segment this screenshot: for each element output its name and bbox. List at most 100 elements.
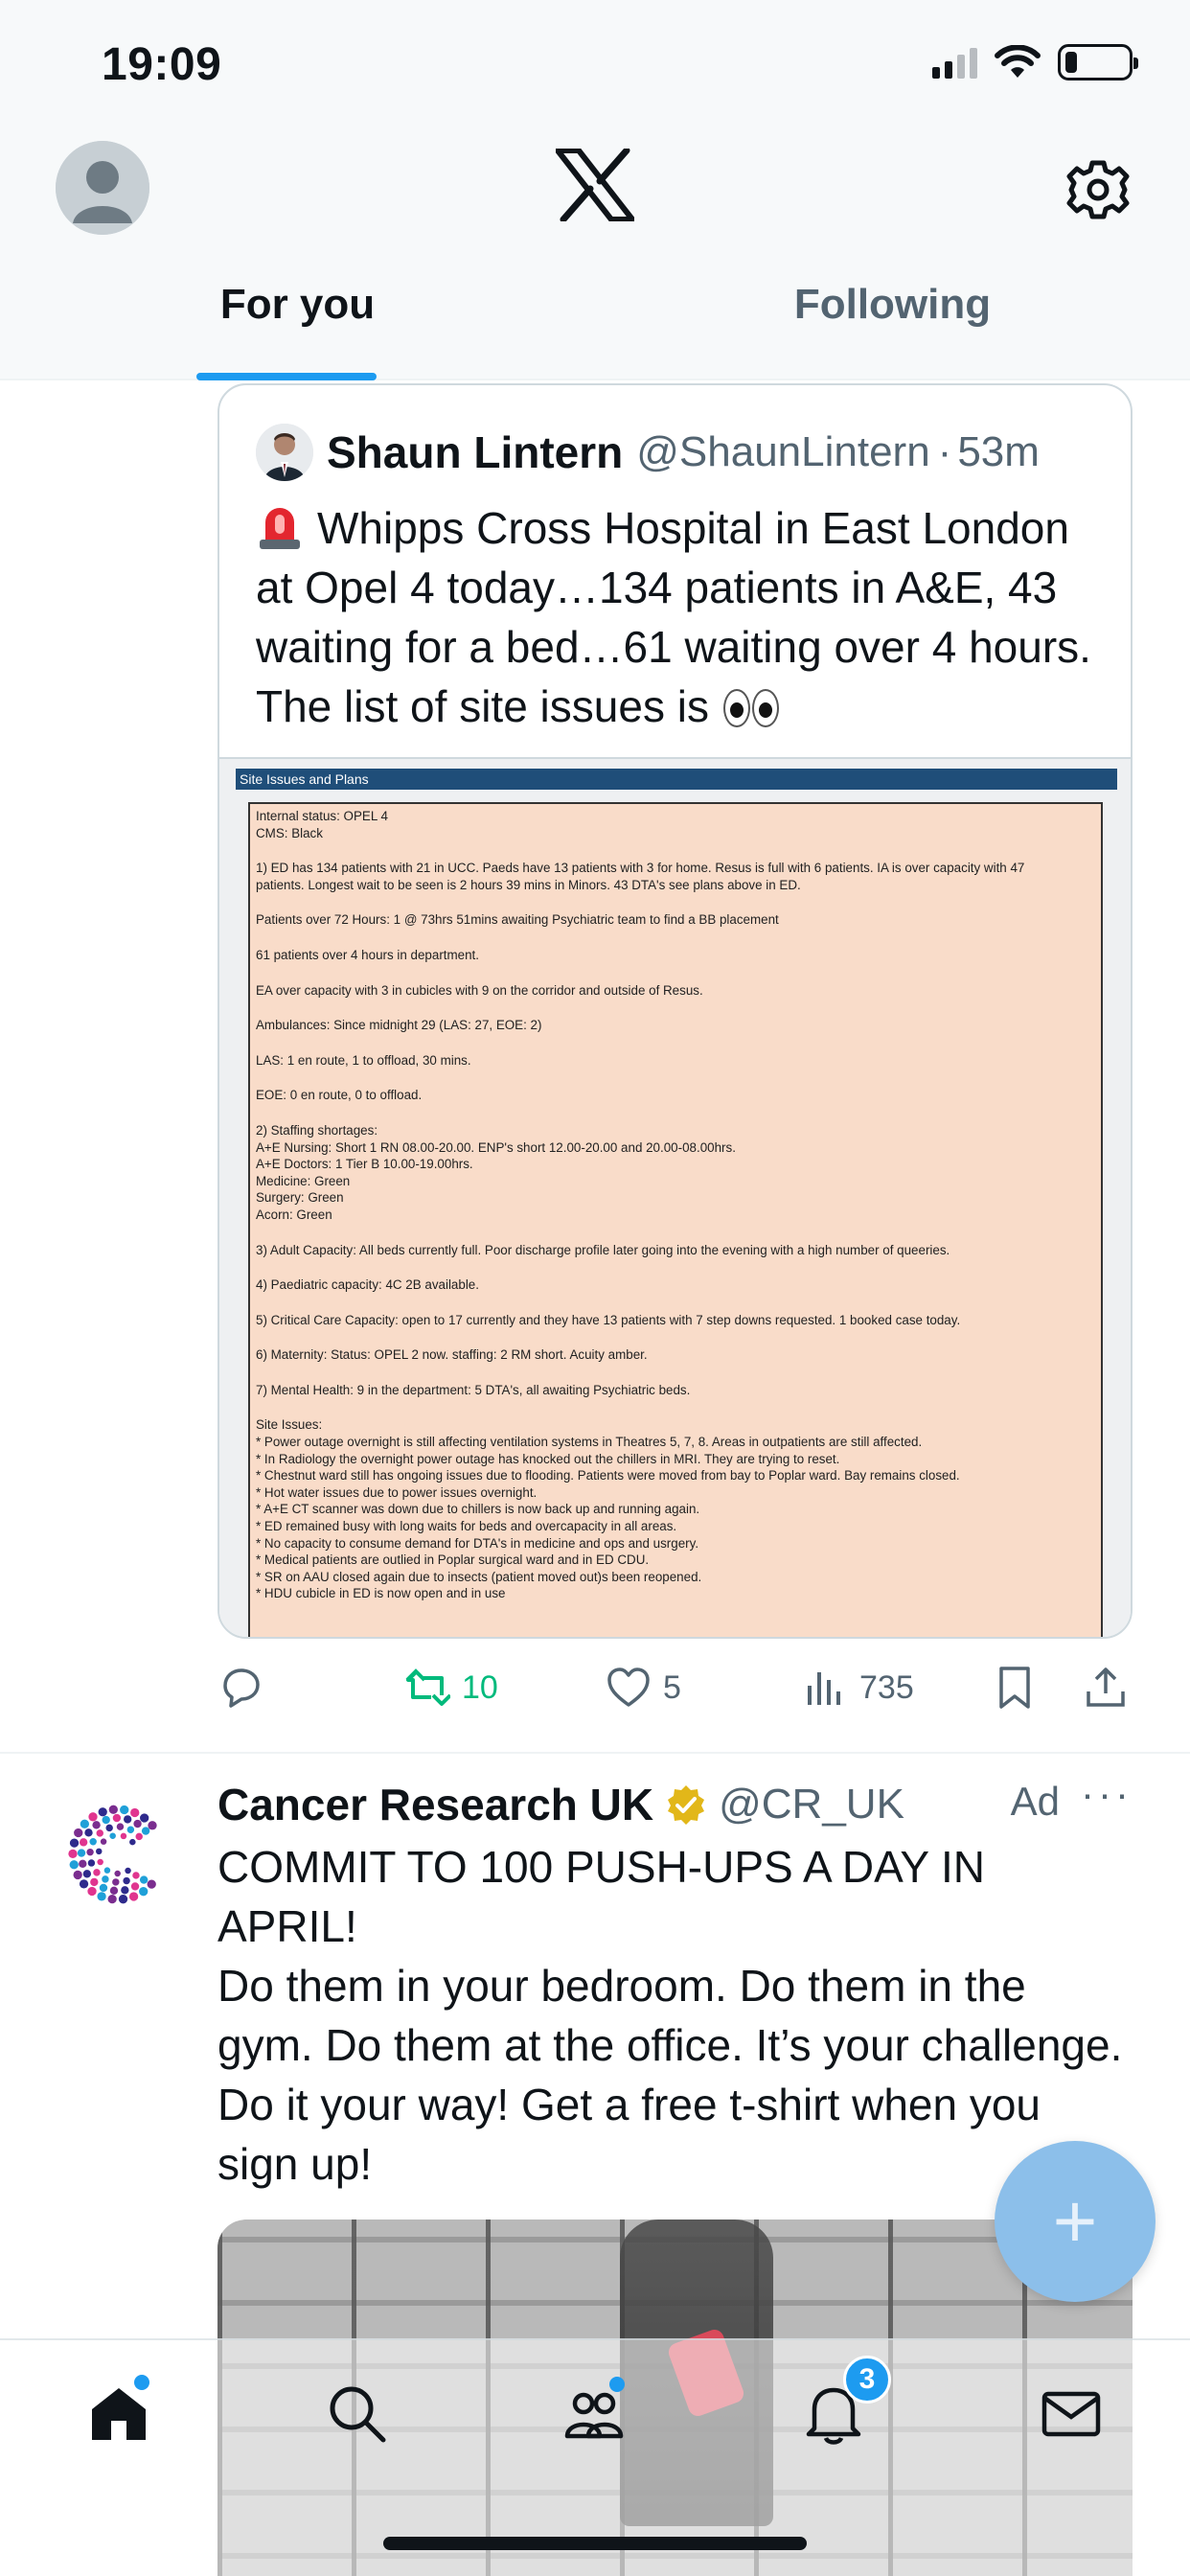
logo-dot <box>103 1867 111 1874</box>
notifications-badge: 3 <box>843 2356 891 2404</box>
author-photo-icon <box>256 424 313 481</box>
doc-gap <box>256 1328 1095 1346</box>
doc-line: Ambulances: Since midnight 29 (LAS: 27, … <box>256 1018 542 1033</box>
retweet-button[interactable]: 10 <box>404 1654 498 1721</box>
logo-dot <box>79 1879 89 1889</box>
logo-dot <box>96 1848 103 1855</box>
cancer-research-uk-logo[interactable] <box>67 1804 169 1905</box>
logo-dot <box>97 1892 106 1901</box>
status-time: 19:09 <box>102 39 222 90</box>
doc-line: EOE: 0 en route, 0 to offload. <box>256 1088 423 1103</box>
views-button[interactable]: 735 <box>802 1654 914 1721</box>
logo-dot <box>107 1894 117 1904</box>
doc-line: 2) Staffing shortages: <box>256 1122 378 1138</box>
logo-dot <box>92 1821 101 1829</box>
doc-header-bar: Site Issues and Plans <box>236 769 1117 790</box>
doc-gap <box>256 1294 1095 1312</box>
doc-gap <box>256 1258 1095 1276</box>
timeline-tabs: For you Following <box>0 273 1190 380</box>
logo-dot <box>147 1879 156 1889</box>
doc-line: * A+E CT scanner was down due to chiller… <box>256 1502 700 1517</box>
doc-line: 6) Maternity: Status: OPEL 2 now. staffi… <box>256 1347 648 1363</box>
logo-dot <box>112 1878 120 1886</box>
quoted-tweet-card[interactable]: Shaun Lintern @ShaunLintern · 53m Whipps… <box>217 383 1133 1639</box>
doc-gap <box>256 1364 1095 1382</box>
doc-line: 4) Paediatric capacity: 4C 2B available. <box>256 1277 479 1293</box>
heart-icon <box>607 1668 650 1707</box>
tab-for-you[interactable]: For you <box>0 273 595 380</box>
nav-home[interactable] <box>84 2375 153 2448</box>
logo-dot <box>124 1815 132 1824</box>
like-button[interactable]: 5 <box>606 1654 681 1721</box>
doc-line: Surgery: Green <box>256 1190 344 1206</box>
share-icon <box>1087 1668 1125 1707</box>
doc-line: 3) Adult Capacity: All beds currently fu… <box>256 1242 950 1257</box>
more-options-icon[interactable]: ··· <box>1081 1774 1133 1814</box>
doc-line: 61 patients over 4 hours in department. <box>256 947 479 962</box>
doc-line: A+E Nursing: Short 1 RN 08.00-20.00. ENP… <box>256 1139 736 1155</box>
logo-dot <box>129 1838 136 1846</box>
verified-gold-badge-icon <box>668 1785 705 1825</box>
tweet-actions: 10 5 735 <box>217 1654 1133 1721</box>
logo-dot <box>89 1838 97 1846</box>
bookmark-button[interactable] <box>992 1654 1038 1721</box>
doc-line: Acorn: Green <box>256 1207 332 1222</box>
logo-dot <box>130 1807 140 1818</box>
share-button[interactable] <box>1083 1654 1129 1721</box>
tab-following[interactable]: Following <box>595 273 1190 380</box>
logo-dot <box>80 1819 90 1828</box>
logo-dot <box>100 1838 107 1845</box>
nav-messages[interactable] <box>1037 2379 1106 2448</box>
doc-gap <box>256 841 1095 860</box>
eyes-emoji-icon <box>721 682 779 742</box>
quoted-tweet-header: Shaun Lintern @ShaunLintern · 53m <box>256 424 1040 481</box>
ad-author-handle[interactable]: @CR_UK <box>719 1781 904 1828</box>
doc-line: Internal status: OPEL 4 <box>256 809 388 823</box>
x-logo[interactable] <box>556 149 634 221</box>
active-tab-indicator <box>196 373 377 380</box>
gear-icon[interactable] <box>1064 155 1133 224</box>
status-icons <box>932 44 1138 80</box>
quoted-author-name[interactable]: Shaun Lintern <box>327 426 623 478</box>
logo-dot <box>132 1872 140 1879</box>
view-count: 735 <box>859 1668 914 1706</box>
tweet-divider <box>0 1752 1190 1754</box>
doc-line: * No capacity to consume demand for DTA'… <box>256 1535 699 1551</box>
doc-line: * ED remained busy with long waits for b… <box>256 1519 677 1534</box>
logo-dot <box>79 1838 88 1847</box>
plus-icon: + <box>1052 2178 1098 2264</box>
like-count: 5 <box>663 1668 681 1706</box>
retweet-count: 10 <box>462 1668 498 1706</box>
doc-line: * Medical patients are outlied in Poplar… <box>256 1552 650 1568</box>
doc-line: Medicine: Green <box>256 1173 351 1188</box>
messages-icon <box>1041 2391 1101 2437</box>
profile-avatar[interactable] <box>56 141 149 235</box>
logo-dot <box>102 1875 109 1883</box>
nav-communities[interactable] <box>560 2377 629 2448</box>
logo-dot <box>87 1886 97 1897</box>
logo-dot <box>128 1892 139 1901</box>
logo-dot <box>141 1827 150 1835</box>
quoted-author-avatar[interactable] <box>256 424 313 481</box>
logo-dot <box>135 1832 143 1841</box>
ad-author-name[interactable]: Cancer Research UK <box>217 1779 653 1830</box>
logo-dot <box>108 1805 118 1814</box>
doc-line: EA over capacity with 3 in cubicles with… <box>256 982 703 998</box>
logo-dot <box>88 1812 98 1822</box>
tab-for-you-label: For you <box>219 281 376 328</box>
tweet-image[interactable]: Site Issues and Plans Internal status: O… <box>219 757 1131 1637</box>
logo-dot <box>139 1887 149 1897</box>
logo-dot <box>140 1813 149 1823</box>
compose-tweet-button[interactable]: + <box>995 2141 1156 2302</box>
logo-dot <box>68 1849 78 1859</box>
quoted-author-handle[interactable]: @ShaunLintern <box>636 428 929 476</box>
battery-icon <box>1058 44 1138 80</box>
siren-emoji-icon <box>260 508 300 549</box>
logo-dot <box>69 1838 80 1848</box>
doc-line: Site Issues: <box>256 1417 323 1433</box>
doc-line: Patients over 72 Hours: 1 @ 73hrs 51mins… <box>256 912 779 928</box>
nav-search[interactable] <box>322 2379 391 2448</box>
logo-dot <box>109 1886 119 1895</box>
reply-button[interactable] <box>217 1654 275 1721</box>
logo-dot <box>109 1832 116 1839</box>
